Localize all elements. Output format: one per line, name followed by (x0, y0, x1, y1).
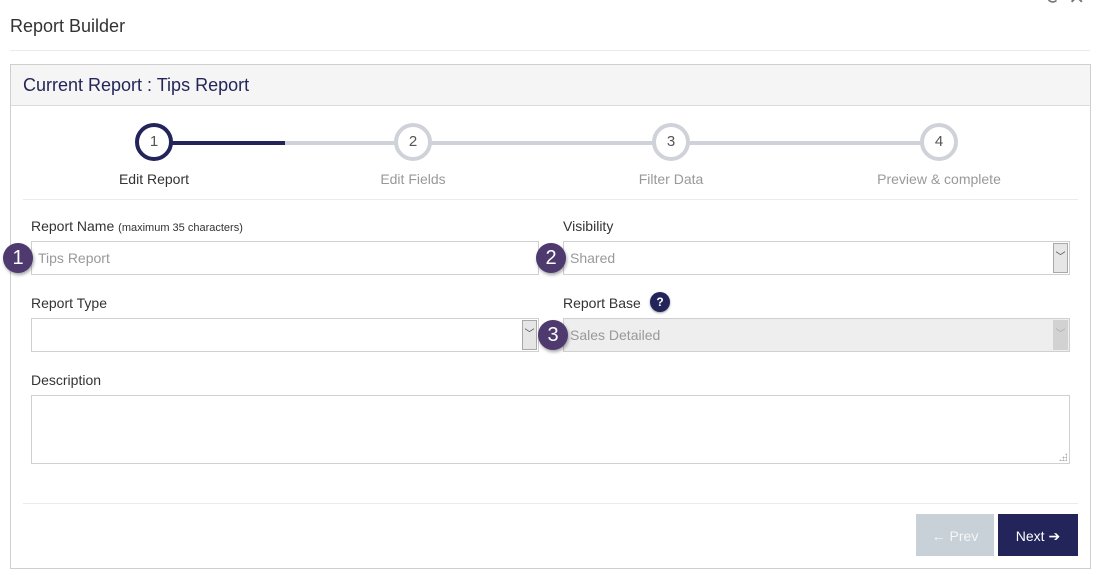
prev-button[interactable]: ← Prev (916, 514, 994, 556)
arrow-right-icon: ➔ (1048, 528, 1061, 544)
step-label: Preview & complete (877, 171, 1001, 187)
wizard-step-2[interactable]: 2 Edit Fields (333, 123, 493, 187)
report-type-label: Report Type (31, 295, 108, 311)
report-name-input[interactable]: Tips Report (31, 241, 539, 275)
step-label: Filter Data (638, 171, 704, 187)
annotation-badge-2: 2 (536, 243, 566, 273)
report-panel: Current Report : Tips Report 1 Edit Repo… (3, 64, 1091, 569)
next-label: Next (1015, 528, 1045, 544)
report-name-label-text: Report Name (31, 218, 115, 234)
help-icon[interactable]: ? (650, 292, 670, 312)
report-name-value: Tips Report (38, 250, 110, 266)
wizard-step-4[interactable]: 4 Preview & complete (859, 123, 1019, 187)
chevron-down-icon[interactable]: ﹀ (1053, 243, 1068, 273)
panel-heading: Current Report : Tips Report (11, 65, 1090, 106)
wizard-step-3[interactable]: 3 Filter Data (591, 123, 751, 187)
description-label: Description (31, 372, 102, 388)
visibility-label: Visibility (563, 218, 614, 234)
next-button[interactable]: Next ➔ (998, 514, 1078, 556)
annotation-badge-1: 1 (3, 243, 33, 273)
wizard-step-1[interactable]: 1 Edit Report (74, 123, 234, 187)
step-circle: 2 (394, 123, 432, 161)
window-controls[interactable]: ⟳ ✕ (1046, 0, 1098, 6)
chevron-down-icon: ﹀ (1053, 320, 1068, 350)
step-label: Edit Fields (380, 171, 446, 187)
description-textarea[interactable] (31, 395, 1070, 464)
report-base-label: Report Base (563, 295, 641, 311)
step-circle: 1 (135, 123, 173, 161)
chevron-down-icon[interactable]: ﹀ (522, 320, 537, 350)
step-circle: 4 (920, 123, 958, 161)
arrow-left-icon: ← (931, 528, 946, 544)
step-label: Edit Report (118, 171, 190, 187)
report-type-select[interactable]: ﹀ (31, 318, 539, 352)
annotation-badge-3: 3 (538, 320, 568, 350)
resize-handle[interactable] (1059, 453, 1067, 461)
visibility-value: Shared (570, 250, 616, 266)
step-circle: 3 (652, 123, 690, 161)
report-base-value: Sales Detailed (570, 327, 661, 343)
steps-divider (23, 199, 1078, 200)
page-title: Report Builder (10, 16, 126, 36)
title-divider (10, 50, 1090, 51)
report-name-label: Report Name (maximum 35 characters) (31, 218, 243, 234)
footer-divider (23, 503, 1078, 504)
wizard-steps: 1 Edit Report 2 Edit Fields 3 Filter Dat… (11, 123, 1090, 203)
report-base-select: Sales Detailed ﹀ (563, 318, 1070, 352)
prev-label: Prev (949, 528, 979, 544)
report-name-hint: (maximum 35 characters) (118, 222, 243, 234)
visibility-select[interactable]: Shared ﹀ (563, 241, 1070, 275)
